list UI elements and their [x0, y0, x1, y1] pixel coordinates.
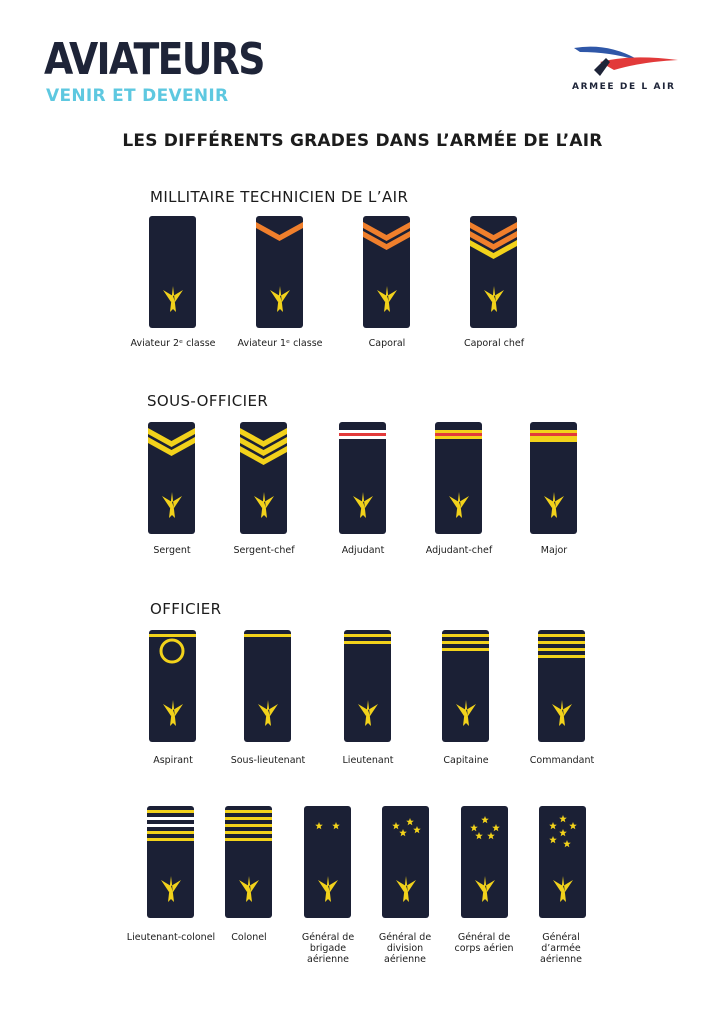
- rank-label: Général de brigade aérienne: [301, 932, 355, 965]
- stripe: [147, 831, 194, 834]
- stripe: [147, 817, 194, 820]
- rank-label: Général d’armée aérienne: [540, 932, 582, 965]
- strap-body: [148, 422, 195, 534]
- stripe: [339, 433, 386, 436]
- strap-body: [442, 630, 489, 742]
- rank-label: Colonel: [231, 932, 267, 943]
- stripe: [225, 824, 272, 827]
- shoulder-strap: [147, 806, 194, 918]
- shoulder-strap: [344, 630, 391, 742]
- aviateurs-logo: AVIATEURS: [44, 34, 265, 85]
- shoulder-strap: [530, 422, 577, 534]
- strap-body: [461, 806, 508, 918]
- stripe: [442, 648, 489, 651]
- strap-body: [149, 630, 196, 742]
- shoulder-strap: [244, 630, 291, 742]
- strap-body: [539, 806, 586, 918]
- stripe: [147, 838, 194, 841]
- shoulder-strap: [339, 422, 386, 534]
- strap-body: [149, 216, 196, 328]
- stripe: [538, 634, 585, 637]
- rank-label: Commandant: [529, 755, 595, 766]
- strap-body: [240, 422, 287, 534]
- aviateurs-logo-subtitle: VENIR ET DEVENIR: [46, 86, 229, 106]
- armee-de-l-air-logo: ARMEE DE L AIR: [572, 82, 676, 92]
- strap-body: [363, 216, 410, 328]
- strap-body: [382, 806, 429, 918]
- armee-de-l-air-emblem-icon: [574, 46, 678, 76]
- shoulder-strap: [148, 422, 195, 534]
- shoulder-strap: [240, 422, 287, 534]
- stripe: [244, 634, 291, 637]
- stripe: [225, 831, 272, 834]
- shoulder-strap: [149, 630, 196, 742]
- shoulder-strap: [382, 806, 429, 918]
- stripe: [147, 824, 194, 827]
- shoulder-strap: [539, 806, 586, 918]
- strap-body: [256, 216, 303, 328]
- shoulder-strap: [304, 806, 351, 918]
- stripe: [344, 634, 391, 637]
- stripe: [149, 634, 196, 637]
- shoulder-strap: [149, 216, 196, 328]
- rank-label: Major: [540, 545, 568, 556]
- rank-label: Aviateur 1ᵉ classe: [237, 338, 323, 349]
- shoulder-strap: [470, 216, 517, 328]
- stripe: [225, 817, 272, 820]
- shoulder-strap: [435, 422, 482, 534]
- rank-label: Aviateur 2ᵉ classe: [130, 338, 216, 349]
- strap-body: [538, 630, 585, 742]
- stripe: [225, 810, 272, 813]
- shoulder-strap: [461, 806, 508, 918]
- shoulder-strap: [442, 630, 489, 742]
- rank-label: Général de corps aérien: [454, 932, 514, 954]
- shoulder-strap: [363, 216, 410, 328]
- stripe: [147, 810, 194, 813]
- strap-body: [244, 630, 291, 742]
- stripe: [538, 641, 585, 644]
- stripe: [530, 430, 577, 433]
- rank-label: Général de division aérienne: [378, 932, 432, 965]
- strap-body: [344, 630, 391, 742]
- section-title-officier: OFFICIER: [150, 600, 222, 618]
- stripe: [538, 648, 585, 651]
- rank-label: Caporal chef: [463, 338, 525, 349]
- shoulder-strap: [538, 630, 585, 742]
- stripe: [530, 433, 577, 436]
- shoulder-strap: [256, 216, 303, 328]
- stripe: [225, 838, 272, 841]
- stripe: [344, 641, 391, 644]
- stripe: [530, 439, 577, 442]
- stripe: [530, 436, 577, 439]
- page-title: LES DIFFÉRENTS GRADES DANS L’ARMÉE DE L’…: [122, 131, 603, 151]
- stripe: [435, 433, 482, 436]
- stripe: [339, 430, 386, 433]
- stripe: [435, 430, 482, 433]
- strap-body: [225, 806, 272, 918]
- rank-label: Caporal: [368, 338, 406, 349]
- strap-body: [470, 216, 517, 328]
- shoulder-strap: [225, 806, 272, 918]
- stripe: [538, 655, 585, 658]
- stripe: [442, 634, 489, 637]
- section-title-sous-officier: SOUS-OFFICIER: [147, 392, 269, 410]
- stripe: [339, 436, 386, 439]
- section-title-technicien: MILLITAIRE TECHNICIEN DE L’AIR: [150, 188, 409, 206]
- strap-body: [304, 806, 351, 918]
- strap-body: [147, 806, 194, 918]
- stripe: [442, 641, 489, 644]
- stripe: [435, 436, 482, 439]
